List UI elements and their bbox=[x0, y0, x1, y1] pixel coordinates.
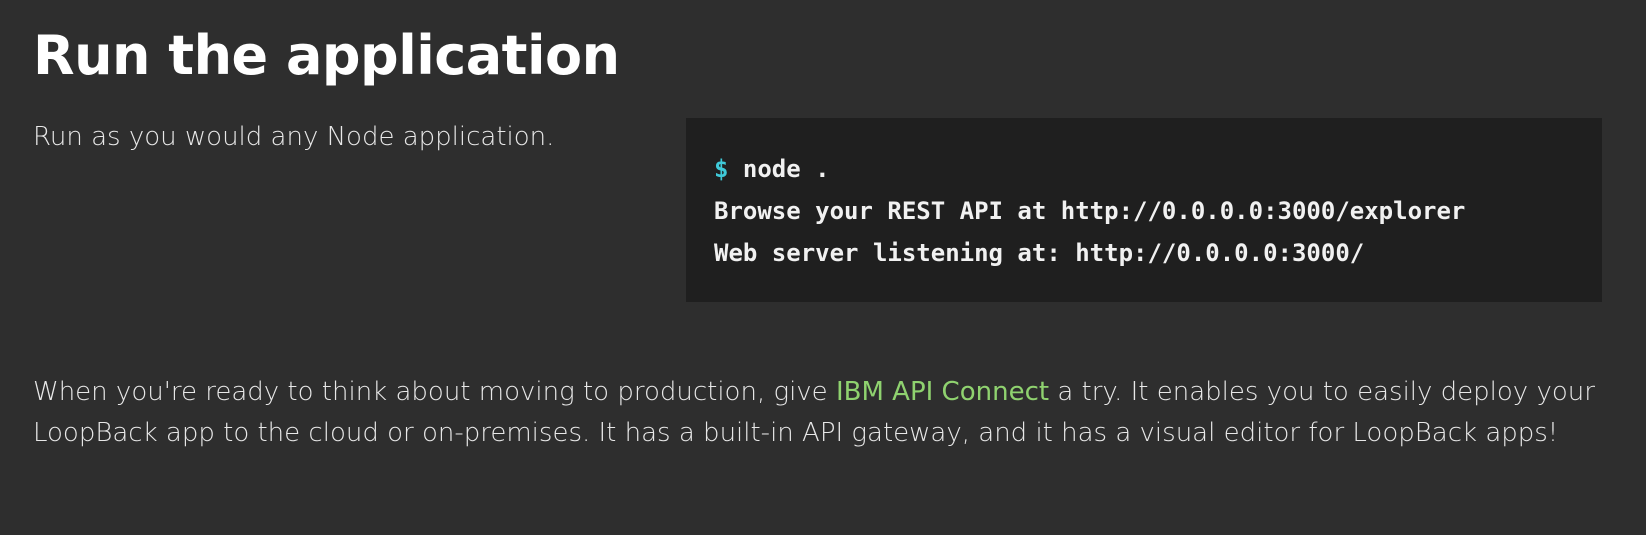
intro-text: Run as you would any Node application. bbox=[33, 122, 555, 152]
command-line: $ node . bbox=[714, 148, 1574, 190]
output-line-server: Web server listening at: http://0.0.0.0:… bbox=[714, 239, 1365, 267]
production-paragraph: When you're ready to think about moving … bbox=[33, 372, 1613, 454]
code-block: $ node . Browse your REST API at http://… bbox=[686, 118, 1602, 302]
shell-command: node . bbox=[728, 155, 830, 183]
shell-prompt: $ bbox=[714, 155, 729, 183]
ibm-api-connect-link[interactable]: IBM API Connect bbox=[836, 377, 1049, 407]
output-line-explorer: Browse your REST API at http://0.0.0.0:3… bbox=[714, 197, 1466, 225]
production-text-before: When you're ready to think about moving … bbox=[33, 377, 836, 407]
section-title: Run the application bbox=[33, 24, 620, 87]
